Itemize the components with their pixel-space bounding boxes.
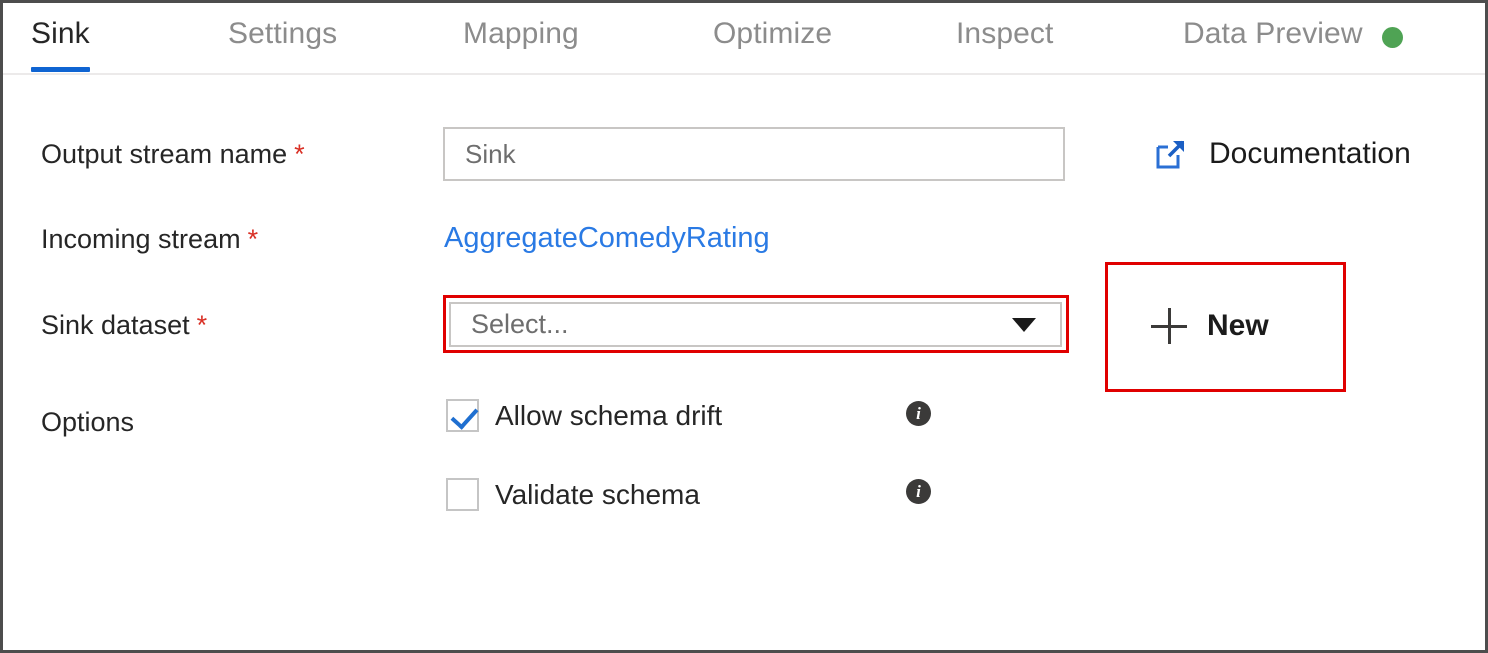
sink-dataset-label: Sink dataset * bbox=[41, 310, 208, 340]
tab-label: Inspect bbox=[956, 17, 1054, 50]
tab-mapping[interactable]: Mapping bbox=[463, 17, 579, 71]
tab-data-preview[interactable]: Data Preview bbox=[1183, 17, 1403, 71]
sink-dataset-value: Select... bbox=[471, 309, 569, 339]
active-tab-indicator bbox=[31, 67, 90, 72]
validate-schema-checkbox[interactable] bbox=[446, 478, 479, 511]
new-button-label: New bbox=[1207, 309, 1269, 342]
sink-settings-panel: Sink Settings Mapping Optimize Inspect D… bbox=[0, 0, 1488, 653]
output-stream-name-label: Output stream name * bbox=[41, 139, 305, 169]
tab-label: Data Preview bbox=[1183, 17, 1363, 50]
status-dot-icon bbox=[1381, 27, 1403, 48]
tab-optimize[interactable]: Optimize bbox=[713, 17, 832, 71]
validate-schema-info-icon[interactable]: i bbox=[906, 479, 931, 504]
options-label: Options bbox=[41, 407, 135, 437]
tab-label: Sink bbox=[31, 17, 90, 50]
tab-label: Mapping bbox=[463, 17, 579, 50]
external-link-icon bbox=[1155, 138, 1187, 170]
validate-schema-label[interactable]: Validate schema bbox=[495, 479, 700, 511]
tab-label: Optimize bbox=[713, 17, 833, 50]
allow-schema-drift-label[interactable]: Allow schema drift bbox=[495, 400, 722, 432]
incoming-stream-link[interactable]: AggregateComedyRating bbox=[444, 222, 770, 255]
output-stream-name-input[interactable] bbox=[443, 127, 1065, 181]
allow-schema-drift-checkbox[interactable] bbox=[446, 399, 479, 432]
incoming-stream-label: Incoming stream * bbox=[41, 224, 259, 254]
tab-label: Settings bbox=[228, 17, 338, 50]
required-asterisk: * bbox=[196, 310, 208, 340]
validate-schema-row[interactable]: Validate schema bbox=[446, 478, 700, 511]
required-asterisk: * bbox=[247, 224, 259, 254]
tab-bar: Sink Settings Mapping Optimize Inspect D… bbox=[3, 3, 1485, 75]
allow-schema-drift-row[interactable]: Allow schema drift bbox=[446, 399, 722, 432]
documentation-link[interactable]: Documentation bbox=[1155, 137, 1411, 171]
required-asterisk: * bbox=[294, 139, 305, 169]
sink-dataset-dropdown[interactable]: Select... bbox=[449, 302, 1062, 347]
documentation-label: Documentation bbox=[1209, 137, 1411, 170]
tab-sink[interactable]: Sink bbox=[31, 17, 90, 72]
tab-settings[interactable]: Settings bbox=[228, 17, 337, 71]
plus-icon bbox=[1151, 308, 1187, 344]
tab-inspect[interactable]: Inspect bbox=[956, 17, 1053, 71]
new-dataset-button[interactable]: New bbox=[1151, 308, 1269, 344]
chevron-down-icon bbox=[1012, 317, 1036, 332]
allow-schema-drift-info-icon[interactable]: i bbox=[906, 401, 931, 426]
